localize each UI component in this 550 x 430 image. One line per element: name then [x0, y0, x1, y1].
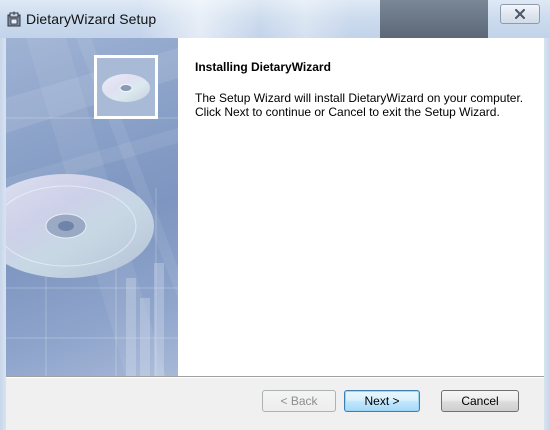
setup-window: DietaryWizard Setup Installing DietaryWi… — [0, 0, 550, 430]
footer-separator — [6, 376, 544, 378]
window-frame-right — [544, 38, 550, 430]
title-bar[interactable]: DietaryWizard Setup — [0, 0, 550, 38]
wizard-side-banner — [6, 38, 178, 376]
back-button[interactable]: < Back — [262, 390, 336, 412]
installer-icon[interactable] — [6, 11, 22, 27]
wizard-client-area: Installing DietaryWizard The Setup Wizar… — [6, 38, 544, 430]
close-button[interactable] — [500, 4, 540, 24]
title-bar-glass — [140, 0, 260, 38]
next-button[interactable]: Next > — [344, 390, 420, 412]
disc-thumbnail — [94, 55, 158, 119]
wizard-content-panel: Installing DietaryWizard The Setup Wizar… — [178, 38, 544, 376]
title-bar-background-shadow — [380, 0, 488, 38]
close-icon — [515, 9, 525, 19]
title-bar-glass — [260, 0, 350, 38]
cancel-button[interactable]: Cancel — [441, 390, 519, 412]
window-title: DietaryWizard Setup — [26, 11, 157, 27]
wizard-heading: Installing DietaryWizard — [195, 60, 331, 74]
wizard-description: The Setup Wizard will install DietaryWiz… — [195, 91, 524, 119]
banner-artwork — [6, 38, 178, 376]
